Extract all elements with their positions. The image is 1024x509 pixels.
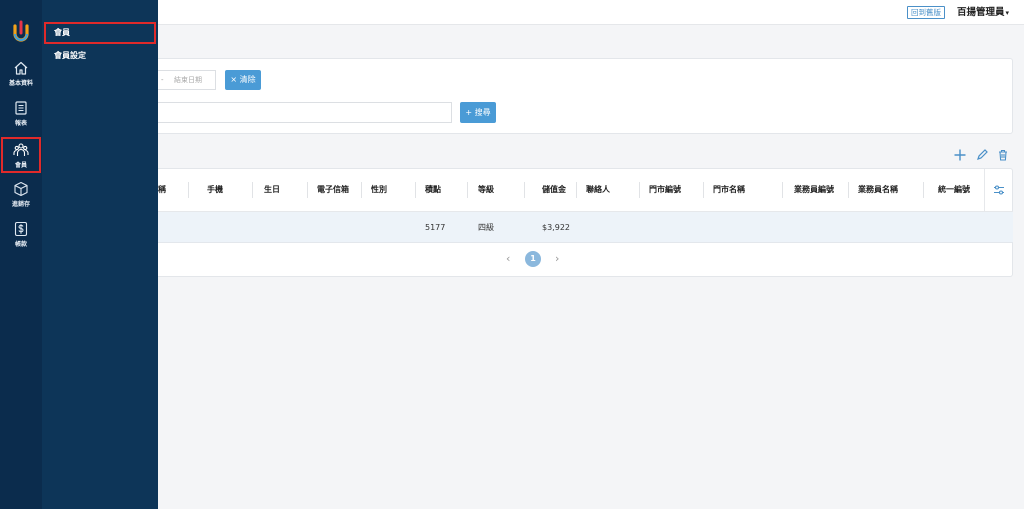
column-divider (782, 182, 783, 198)
column-divider (524, 182, 525, 198)
column-settings[interactable] (984, 169, 1013, 211)
brand-logo-icon (13, 20, 29, 42)
column-header-salesperson-name[interactable]: 業務員名稱 (858, 169, 898, 211)
end-date-input[interactable]: - 結束日期 (158, 70, 216, 90)
column-divider (576, 182, 577, 198)
add-icon[interactable] (953, 148, 967, 162)
column-header-email[interactable]: 電子信箱 (317, 169, 349, 211)
back-to-old-version-button[interactable]: 回到舊版 (907, 6, 945, 19)
column-header-gender[interactable]: 性別 (371, 169, 387, 211)
submenu-panel: 會員 會員設定 (42, 0, 158, 509)
rail-item-label: 基本資料 (8, 80, 33, 87)
column-divider (188, 182, 189, 198)
clear-button[interactable]: × 清除 (225, 70, 261, 90)
column-divider (703, 182, 704, 198)
rail-item-basic-data[interactable]: 基本資料 (0, 60, 42, 96)
rail-item-reports[interactable]: 報表 (0, 100, 42, 136)
column-header-tax-id[interactable]: 統一編號 (938, 169, 970, 211)
cell-stored-value: $3,922 (542, 223, 570, 232)
prev-page-button[interactable]: ‹ (506, 251, 510, 267)
rail-item-inventory[interactable]: 進銷存 (0, 181, 42, 217)
members-icon (13, 143, 29, 156)
column-header-birthday[interactable]: 生日 (264, 169, 280, 211)
edit-pencil-icon[interactable] (975, 148, 989, 162)
delete-trash-icon[interactable] (996, 148, 1010, 162)
column-divider (639, 182, 640, 198)
cell-level: 四級 (478, 223, 494, 232)
rail-item-accounts[interactable]: 帳款 (0, 221, 42, 257)
cell-points: 5177 (425, 223, 446, 232)
admin-name: 百揚管理員 (957, 7, 1005, 18)
column-header-store-id[interactable]: 門市編號 (649, 169, 681, 211)
submenu-item-member-settings[interactable]: 會員設定 (44, 45, 156, 67)
rail-item-members[interactable]: 會員 (1, 137, 41, 173)
column-header-salesperson-id[interactable]: 業務員編號 (794, 169, 834, 211)
column-header-mobile[interactable]: 手機 (207, 169, 223, 211)
keyword-input[interactable] (158, 102, 452, 123)
rail-item-label: 進銷存 (11, 201, 30, 208)
inventory-box-icon (14, 181, 28, 197)
date-range-separator: - (161, 76, 164, 84)
column-header-points[interactable]: 積點 (425, 169, 441, 211)
table-row[interactable]: 5177 四級 $3,922 (158, 212, 1013, 243)
submenu-item-members[interactable]: 會員 (44, 22, 156, 44)
column-divider (415, 182, 416, 198)
admin-menu[interactable]: 百揚管理員▾ (957, 6, 1009, 20)
column-header-name[interactable]: 稱 (158, 169, 166, 211)
column-header-contact[interactable]: 聯絡人 (586, 169, 610, 211)
filter-panel: - 結束日期 × 清除 + 搜尋 (158, 58, 1013, 134)
column-divider (361, 182, 362, 198)
dollar-icon (14, 221, 28, 237)
report-icon (15, 101, 27, 115)
column-divider (307, 182, 308, 198)
column-divider (923, 182, 924, 198)
end-date-placeholder: 結束日期 (174, 76, 202, 84)
column-header-store-name[interactable]: 門市名稱 (713, 169, 745, 211)
column-header-stored-value[interactable]: 儲值金 (542, 169, 566, 211)
page-1-button[interactable]: 1 (525, 251, 541, 267)
rail-item-label: 報表 (14, 120, 27, 127)
column-divider (467, 182, 468, 198)
column-header-level[interactable]: 等級 (478, 169, 494, 211)
column-divider (252, 182, 253, 198)
rail-item-label: 帳款 (14, 241, 27, 248)
next-page-button[interactable]: › (555, 251, 559, 267)
icon-rail: 基本資料 報表 會員 進銷存 帳款 (0, 0, 42, 509)
member-table: 稱 手機 生日 電子信箱 性別 積點 等級 儲值金 聯絡人 門市編號 門市名稱 … (158, 168, 1013, 277)
sliders-icon[interactable] (993, 184, 1005, 196)
column-divider (848, 182, 849, 198)
search-button[interactable]: + 搜尋 (460, 102, 496, 123)
caret-down-icon: ▾ (1005, 9, 1010, 17)
home-icon (14, 61, 28, 75)
rail-item-label: 會員 (14, 162, 27, 169)
